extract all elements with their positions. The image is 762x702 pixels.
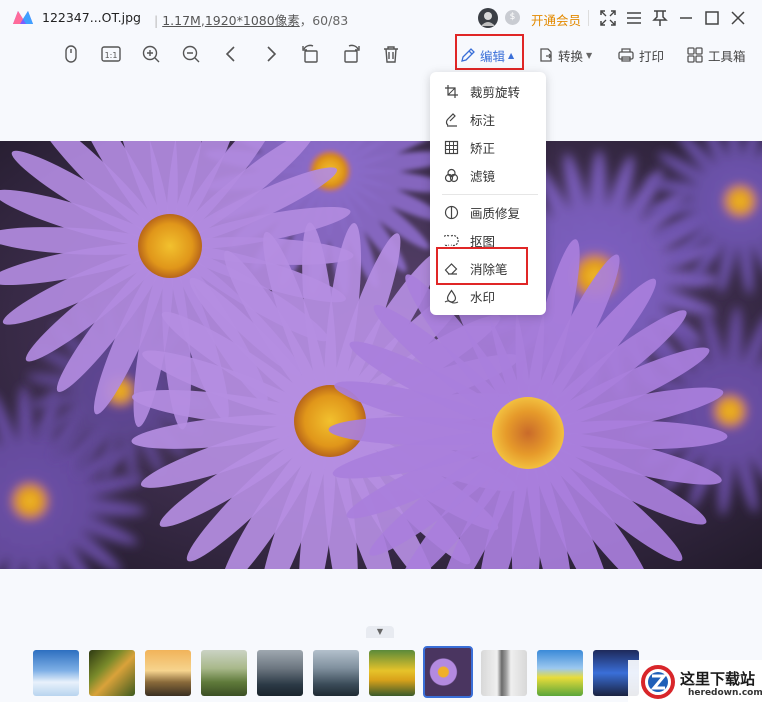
menu-item-label: 画质修复 bbox=[470, 205, 521, 221]
convert-label: 转换 bbox=[558, 48, 584, 64]
menu-item-label: 水印 bbox=[470, 289, 496, 305]
menu-divider bbox=[442, 194, 538, 195]
convert-icon bbox=[540, 48, 552, 62]
cutout-icon bbox=[444, 234, 459, 246]
minimize-icon[interactable] bbox=[676, 8, 696, 28]
next-icon[interactable] bbox=[260, 43, 282, 65]
app-logo-icon bbox=[13, 11, 33, 24]
collapse-filmstrip-button[interactable]: ▼ bbox=[366, 626, 394, 638]
main-image[interactable] bbox=[0, 141, 762, 569]
rotate-left-icon[interactable] bbox=[300, 43, 322, 65]
avatar[interactable] bbox=[478, 8, 498, 28]
maximize-icon[interactable] bbox=[702, 8, 722, 28]
toolbar: 1:1 编辑 ▲ 转换 ▼ 打印 工具箱 bbox=[0, 38, 762, 72]
svg-text:1:1: 1:1 bbox=[105, 51, 118, 60]
thumbnail[interactable] bbox=[89, 650, 135, 696]
file-resolution[interactable]: 1920*1080像素 bbox=[205, 13, 300, 28]
menu-item-correct[interactable]: 矫正 bbox=[430, 134, 546, 160]
divider bbox=[588, 10, 589, 26]
menu-item-label: 标注 bbox=[470, 112, 496, 128]
menu-item-quality-repair[interactable]: 画质修复 bbox=[430, 199, 546, 225]
thumbnail[interactable] bbox=[313, 650, 359, 696]
fullscreen-icon[interactable] bbox=[598, 8, 618, 28]
menu-item-label: 滤镜 bbox=[470, 168, 496, 184]
watermark-icon bbox=[444, 288, 459, 304]
toolbox-button[interactable]: 工具箱 bbox=[686, 44, 746, 66]
thumbnail[interactable] bbox=[201, 650, 247, 696]
filter-icon bbox=[444, 168, 459, 182]
thumbnail-active[interactable] bbox=[423, 646, 473, 698]
convert-button[interactable]: 转换 ▼ bbox=[538, 44, 592, 66]
zoom-out-icon[interactable] bbox=[180, 43, 202, 65]
actual-size-icon[interactable]: 1:1 bbox=[100, 43, 122, 65]
menu-item-label: 矫正 bbox=[470, 140, 496, 156]
menu-item-crop-rotate[interactable]: 裁剪旋转 bbox=[430, 78, 546, 104]
file-name: 122347...OT.jpg bbox=[42, 10, 141, 25]
printer-icon bbox=[618, 48, 634, 62]
watermark-text: 这里下载站 bbox=[680, 670, 756, 688]
edit-highlight-box bbox=[455, 34, 524, 70]
grid-icon bbox=[444, 140, 459, 154]
crop-icon bbox=[445, 84, 458, 98]
file-info: | 1.17M,1920*1080像素，60/83 bbox=[154, 13, 349, 28]
pin-icon[interactable] bbox=[650, 8, 670, 28]
toolbox-icon bbox=[687, 47, 703, 63]
rotate-right-icon[interactable] bbox=[340, 43, 362, 65]
image-position: 60/83 bbox=[312, 13, 349, 28]
thumbnail[interactable] bbox=[481, 650, 527, 696]
watermark-url: heredown.com bbox=[688, 688, 762, 698]
file-size[interactable]: 1.17M bbox=[162, 13, 201, 28]
print-label: 打印 bbox=[639, 48, 665, 64]
thumbnail[interactable] bbox=[33, 650, 79, 696]
thumbnail[interactable] bbox=[145, 650, 191, 696]
vip-button[interactable]: 开通会员 bbox=[531, 10, 581, 29]
menu-item-annotate[interactable]: 标注 bbox=[430, 106, 546, 132]
menu-item-filter[interactable]: 滤镜 bbox=[430, 162, 546, 188]
zoom-in-icon[interactable] bbox=[140, 43, 162, 65]
menu-icon[interactable] bbox=[624, 8, 644, 28]
menu-item-watermark[interactable]: 水印 bbox=[430, 283, 546, 309]
vip-badge-icon: $ bbox=[505, 10, 520, 25]
repair-icon bbox=[444, 205, 459, 219]
eraser-highlight-box bbox=[436, 247, 528, 285]
title-bar: 122347...OT.jpg | 1.17M,1920*1080像素，60/83… bbox=[0, 0, 762, 36]
image-viewer-window: 122347...OT.jpg | 1.17M,1920*1080像素，60/83… bbox=[0, 0, 762, 702]
annotate-icon bbox=[445, 112, 457, 127]
toolbox-label: 工具箱 bbox=[708, 48, 746, 64]
thumbnail[interactable] bbox=[369, 650, 415, 696]
thumbnail[interactable] bbox=[257, 650, 303, 696]
aster-flowers-photo bbox=[0, 141, 762, 569]
mouse-icon[interactable] bbox=[60, 43, 82, 65]
menu-item-label: 裁剪旋转 bbox=[470, 84, 521, 100]
thumbnail[interactable] bbox=[537, 650, 583, 696]
caret-down-icon: ▼ bbox=[586, 50, 593, 60]
close-icon[interactable] bbox=[728, 8, 748, 28]
previous-icon[interactable] bbox=[220, 43, 242, 65]
print-button[interactable]: 打印 bbox=[617, 44, 664, 66]
delete-icon[interactable] bbox=[380, 43, 402, 65]
